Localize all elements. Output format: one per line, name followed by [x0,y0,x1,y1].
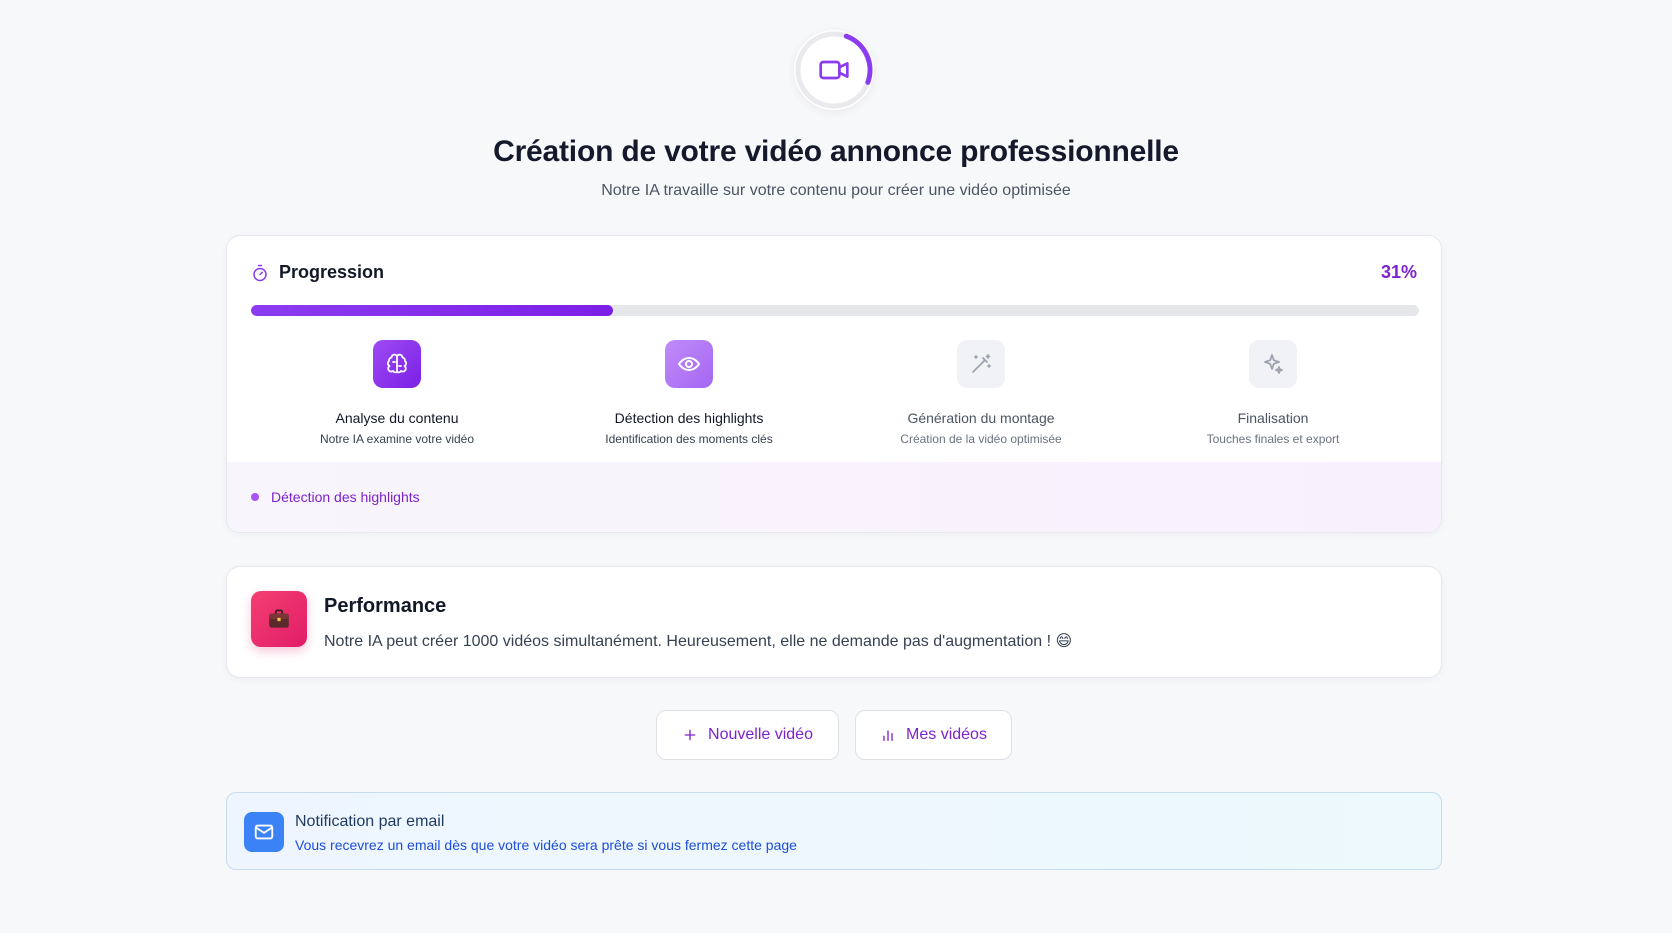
performance-card: Performance Notre IA peut créer 1000 vid… [226,566,1442,678]
step-icon-box [665,340,713,388]
step-name: Analyse du contenu [335,410,459,426]
step-desc: Notre IA examine votre vidéo [319,432,475,446]
current-step-text: Détection des highlights [271,489,420,505]
eye-icon [677,352,701,376]
step-desc: Création de la vidéo optimisée [900,432,1062,446]
step-generation: Génération du montage Création de la vid… [835,340,1127,446]
timer-icon [251,264,269,282]
performance-text: Notre IA peut créer 1000 vidéos simultan… [324,633,1073,650]
page-title: Création de votre vidéo annonce professi… [493,135,1179,168]
briefcase-icon [251,591,307,647]
step-finalisation: Finalisation Touches finales et export [1127,340,1419,446]
brain-icon [385,352,409,376]
step-detection: Détection des highlights Identification … [543,340,835,446]
step-analyse: Analyse du contenu Notre IA examine votr… [251,340,543,446]
my-videos-label: Mes vidéos [906,726,987,743]
current-step-status: Détection des highlights [227,462,1441,532]
plus-icon [682,727,698,743]
step-icon-box [957,340,1005,388]
email-notification: Notification par email Vous recevrez un … [226,792,1442,870]
notification-text: Vous recevrez un email dès que votre vid… [295,837,797,853]
step-name: Finalisation [1237,410,1309,426]
step-name: Génération du montage [907,410,1055,426]
status-dot-icon [251,493,259,501]
progress-bar-fill [251,305,614,316]
new-video-button[interactable]: Nouvelle vidéo [656,710,839,760]
steps-list: Analyse du contenu Notre IA examine votr… [251,340,1419,446]
notification-title: Notification par email [295,813,445,830]
step-icon-box [1249,340,1297,388]
progress-header: Progression [251,262,384,283]
page-subtitle: Notre IA travaille sur votre contenu pou… [601,182,1071,199]
progress-percent: 31% [1380,262,1417,282]
page: Création de votre vidéo annonce professi… [0,0,1672,933]
performance-title: Performance [324,595,447,617]
step-desc: Touches finales et export [1206,432,1340,446]
mail-icon [244,812,284,852]
loading-spinner [794,30,874,110]
progress-bar [251,305,1419,316]
progress-card: Progression 31% Analyse du contenu Notre… [226,235,1442,533]
video-camera-icon [818,54,850,86]
step-desc: Identification des moments clés [605,432,773,446]
step-icon-box [373,340,421,388]
magic-wand-icon [969,352,993,376]
progress-label: Progression [279,262,385,282]
my-videos-button[interactable]: Mes vidéos [855,710,1012,760]
sparkles-icon [1261,352,1285,376]
new-video-label: Nouvelle vidéo [708,726,813,743]
bar-chart-icon [880,727,896,743]
step-name: Détection des highlights [614,410,764,426]
